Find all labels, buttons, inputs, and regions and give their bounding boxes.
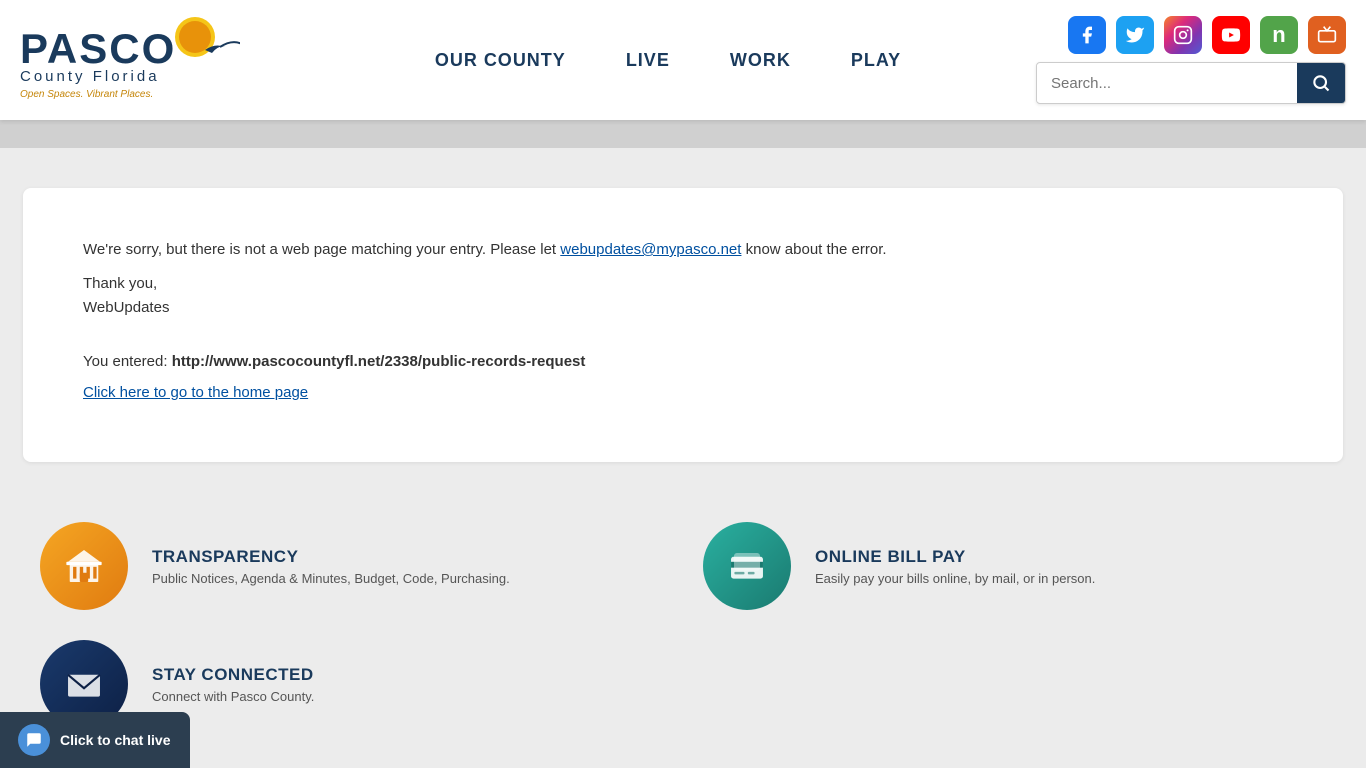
chat-bubble-icon xyxy=(18,724,50,756)
footer-widgets: TRANSPARENCY Public Notices, Agenda & Mi… xyxy=(0,502,1366,768)
logo-svg: PASCO County Florida Open Spaces. Vibran… xyxy=(20,15,240,105)
search-button[interactable] xyxy=(1297,63,1345,103)
thank-you-line: Thank you, WebUpdates xyxy=(83,272,1283,320)
chat-label: Click to chat live xyxy=(60,732,170,748)
svg-text:County Florida: County Florida xyxy=(20,68,160,85)
pasco-tv-icon[interactable] xyxy=(1308,16,1346,54)
stay-connected-text: STAY CONNECTED Connect with Pasco County… xyxy=(152,665,314,704)
nav-our-county[interactable]: OUR COUNTY xyxy=(435,50,566,71)
widget-transparency[interactable]: TRANSPARENCY Public Notices, Agenda & Mi… xyxy=(40,522,663,610)
main-nav: OUR COUNTY LIVE WORK PLAY xyxy=(300,50,1036,71)
search-input[interactable] xyxy=(1037,65,1297,102)
bill-pay-text: ONLINE BILL PAY Easily pay your bills on… xyxy=(815,547,1095,586)
nav-work[interactable]: WORK xyxy=(730,50,791,71)
transparency-icon xyxy=(40,522,128,610)
nav-live[interactable]: LIVE xyxy=(626,50,670,71)
site-header: PASCO County Florida Open Spaces. Vibran… xyxy=(0,0,1366,120)
search-icon xyxy=(1311,73,1331,93)
chat-icon xyxy=(25,731,43,749)
webupdate-email-link[interactable]: webupdates@mypasco.net xyxy=(560,241,741,258)
entered-url-section: You entered: http://www.pascocountyfl.ne… xyxy=(83,350,1283,374)
nextdoor-icon[interactable]: n xyxy=(1260,16,1298,54)
instagram-icon[interactable] xyxy=(1164,16,1202,54)
error-message: We're sorry, but there is not a web page… xyxy=(83,238,1283,262)
social-icons: n xyxy=(1068,16,1346,54)
youtube-icon[interactable] xyxy=(1212,16,1250,54)
svg-text:Open Spaces. Vibrant Places.: Open Spaces. Vibrant Places. xyxy=(20,89,153,100)
transparency-text: TRANSPARENCY Public Notices, Agenda & Mi… xyxy=(152,547,510,586)
gray-divider xyxy=(0,120,1366,148)
facebook-icon[interactable] xyxy=(1068,16,1106,54)
entered-url: http://www.pascocountyfl.net/2338/public… xyxy=(172,353,586,370)
logo-area[interactable]: PASCO County Florida Open Spaces. Vibran… xyxy=(20,15,300,105)
bill-pay-icon xyxy=(703,522,791,610)
widget-bill-pay[interactable]: ONLINE BILL PAY Easily pay your bills on… xyxy=(703,522,1326,610)
search-area xyxy=(1036,62,1346,104)
header-right: n xyxy=(1036,16,1346,104)
main-content: We're sorry, but there is not a web page… xyxy=(0,148,1366,502)
twitter-icon[interactable] xyxy=(1116,16,1154,54)
home-page-link[interactable]: Click here to go to the home page xyxy=(83,384,308,401)
chat-widget[interactable]: Click to chat live xyxy=(0,712,190,768)
nav-play[interactable]: PLAY xyxy=(851,50,901,71)
svg-text:PASCO: PASCO xyxy=(20,25,176,72)
error-card: We're sorry, but there is not a web page… xyxy=(23,188,1343,462)
